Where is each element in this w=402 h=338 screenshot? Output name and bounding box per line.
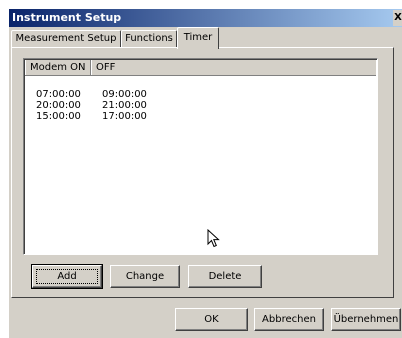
column-header-modem-on[interactable]: Modem ON (25, 60, 91, 75)
title-bar[interactable]: Instrument Setup X (9, 9, 402, 27)
table-row[interactable]: 15:00:00 17:00:00 (24, 111, 377, 122)
close-icon: X (394, 12, 402, 23)
on-time: 07:00:00 (36, 89, 81, 100)
button-label: Abbrechen (262, 314, 316, 325)
apply-button[interactable]: Übernehmen (331, 308, 401, 331)
on-time: 20:00:00 (36, 100, 81, 111)
tab-label: Timer (183, 32, 213, 43)
close-button[interactable]: X (393, 10, 402, 26)
button-label: Übernehmen (333, 314, 399, 325)
column-label: Modem ON (30, 62, 86, 73)
column-header-off[interactable]: OFF (91, 60, 378, 75)
tab-label: Functions (125, 33, 173, 44)
dialog-title: Instrument Setup (12, 11, 122, 24)
tab-functions[interactable]: Functions (121, 30, 177, 47)
cancel-button[interactable]: Abbrechen (254, 308, 324, 331)
table-row[interactable]: 07:00:00 09:00:00 (24, 89, 377, 100)
button-label: OK (204, 314, 219, 325)
button-label: Add (57, 271, 77, 282)
focus-rect: Add (36, 269, 98, 284)
add-button[interactable]: Add (31, 264, 103, 289)
button-label: Change (125, 271, 165, 282)
button-label: Delete (208, 271, 242, 282)
table-row[interactable]: 20:00:00 21:00:00 (24, 100, 377, 111)
mouse-pointer-icon (207, 229, 220, 248)
timer-list[interactable]: Modem ON OFF 07:00:00 09:00:00 20:00:00 … (23, 58, 378, 255)
change-button[interactable]: Change (110, 265, 180, 288)
off-time: 09:00:00 (102, 89, 147, 100)
on-time: 15:00:00 (36, 111, 81, 122)
delete-button[interactable]: Delete (188, 265, 262, 288)
tab-measurement-setup[interactable]: Measurement Setup (11, 30, 121, 47)
off-time: 21:00:00 (102, 100, 147, 111)
list-header: Modem ON OFF (25, 60, 376, 76)
column-label: OFF (96, 62, 116, 73)
off-time: 17:00:00 (102, 111, 147, 122)
ok-button[interactable]: OK (175, 308, 248, 331)
tab-label: Measurement Setup (15, 33, 117, 44)
tab-timer[interactable]: Timer (177, 27, 219, 49)
